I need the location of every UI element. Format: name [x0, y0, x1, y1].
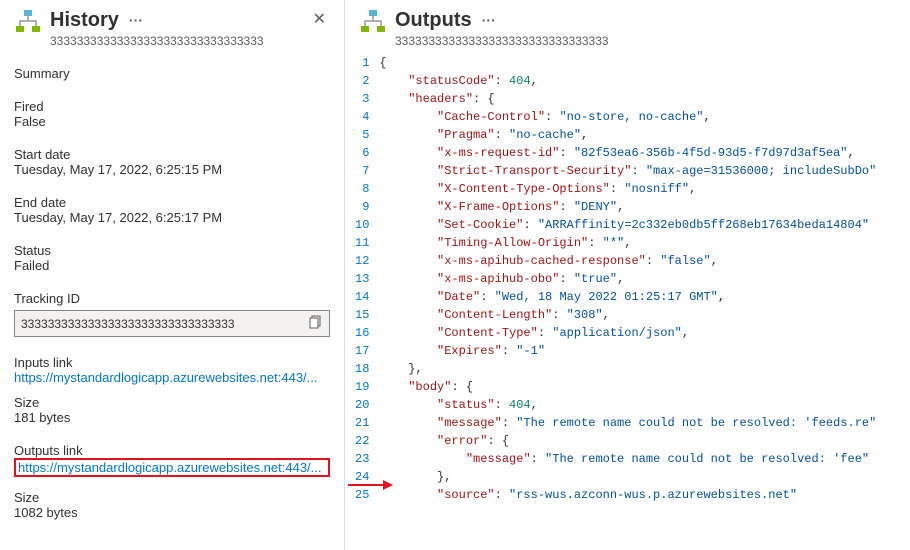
fired-label: Fired: [14, 99, 330, 114]
outputs-header: Outputs ··· 3333333333333333333333333333…: [345, 4, 910, 54]
workflow-icon: [14, 8, 42, 36]
tracking-id-label: Tracking ID: [14, 291, 330, 306]
outputs-link[interactable]: https://mystandardlogicapp.azurewebsites…: [14, 458, 330, 477]
more-icon[interactable]: ···: [478, 12, 500, 29]
start-date-label: Start date: [14, 147, 330, 162]
inputs-link[interactable]: https://mystandardlogicapp.azurewebsites…: [14, 370, 330, 385]
json-editor[interactable]: 1234567891011121314151617181920212223242…: [345, 54, 910, 550]
fired-value: False: [14, 114, 330, 129]
tracking-id-field: 33333333333333333333333333333333: [14, 310, 330, 337]
inputs-link-label: Inputs link: [14, 355, 330, 370]
outputs-link-label: Outputs link: [14, 443, 330, 458]
history-header: History ··· 3333333333333333333333333333…: [14, 8, 330, 48]
copy-icon[interactable]: [303, 315, 323, 332]
line-gutter: 1234567891011121314151617181920212223242…: [345, 54, 379, 550]
status-value: Failed: [14, 258, 330, 273]
start-date-value: Tuesday, May 17, 2022, 6:25:15 PM: [14, 162, 330, 177]
history-title: History: [50, 8, 119, 32]
more-icon[interactable]: ···: [125, 12, 147, 29]
outputs-title: Outputs: [395, 8, 472, 32]
inputs-size-value: 181 bytes: [14, 410, 330, 425]
end-date-value: Tuesday, May 17, 2022, 6:25:17 PM: [14, 210, 330, 225]
outputs-subtitle: 33333333333333333333333333333333: [395, 34, 896, 48]
tracking-id-value: 33333333333333333333333333333333: [21, 317, 303, 331]
outputs-size-label: Size: [14, 490, 330, 505]
workflow-icon: [359, 8, 387, 36]
history-panel: History ··· 3333333333333333333333333333…: [0, 0, 345, 550]
status-label: Status: [14, 243, 330, 258]
outputs-size-value: 1082 bytes: [14, 505, 330, 520]
close-icon[interactable]: ✕: [309, 8, 330, 32]
history-subtitle: 33333333333333333333333333333333: [50, 34, 301, 48]
end-date-label: End date: [14, 195, 330, 210]
inputs-size-label: Size: [14, 395, 330, 410]
outputs-panel: Outputs ··· 3333333333333333333333333333…: [345, 0, 910, 550]
json-code: { "statusCode": 404, "headers": { "Cache…: [379, 54, 910, 550]
summary-label: Summary: [14, 66, 330, 81]
